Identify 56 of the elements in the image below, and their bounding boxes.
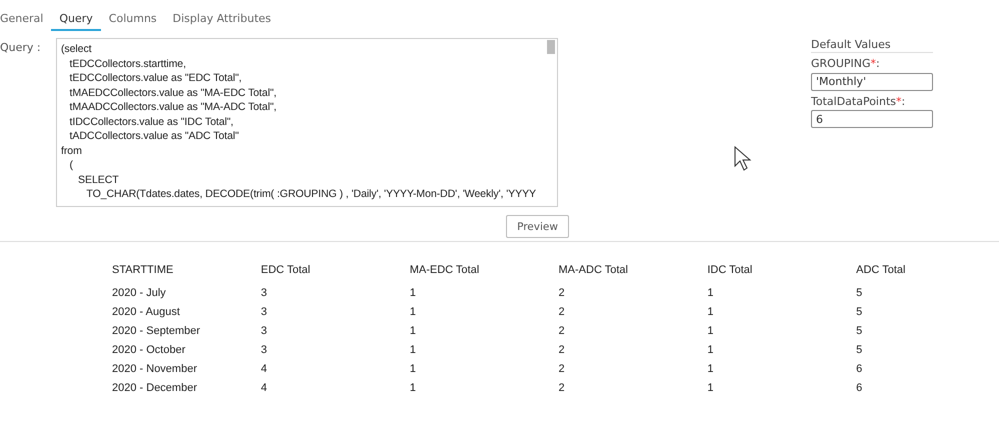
table-cell-text: 3 (260, 305, 268, 320)
table-cell-text: 5 (855, 286, 864, 301)
table-cell-text: 2020 - December (111, 381, 198, 396)
column-header: ADC Total (855, 264, 906, 278)
column-header: STARTTIME (111, 264, 174, 278)
table-cell-text: 2 (558, 324, 566, 339)
table-cell-text: 5 (855, 343, 864, 358)
query-label: Query : (0, 40, 42, 56)
query-textarea[interactable]: (select tEDCCollectors.starttime, tEDCCollectors.value as "EDC Total", tMAEDCCollectors.value as "MA-EDC Total", tMAADCCollectors.value as "MA-ADC Total", tIDCCollectors.value as "IDC Total", tADCCollectors.value as "ADC Total" from ( SELECT TO_CHAR(Tdates.dates, DECODE(trim( :GROUPING ) , 'Daily', 'YYYY-Mon-DD', 'Weekly', 'YYYY (56, 38, 558, 208)
mouse-pointer-icon (734, 146, 752, 172)
column-header: EDC Total (260, 264, 312, 278)
table-cell-text: 5 (855, 305, 864, 320)
tab[interactable]: General (0, 0, 52, 31)
table-cell-text: 6 (855, 362, 864, 377)
table-cell-text: 2020 - July (111, 286, 167, 301)
scrollbar-thumb[interactable] (547, 40, 555, 54)
table-cell-text: 2 (558, 286, 566, 301)
table-cell-text: 2020 - August (111, 305, 181, 320)
table-cell-text: 1 (706, 286, 714, 301)
column-header: IDC Total (706, 264, 754, 278)
table-cell-text: 1 (706, 381, 714, 396)
param-input[interactable]: 6 (811, 110, 933, 128)
tab[interactable]: Columns (100, 0, 165, 31)
table-cell-text: 2020 - October (111, 343, 186, 358)
table-cell-text: 1 (706, 362, 714, 377)
table-cell-text: 1 (706, 305, 714, 320)
tab[interactable]: Query (51, 0, 101, 31)
table-cell-text: 1 (408, 343, 417, 358)
table-cell-text: 5 (855, 324, 864, 339)
table-cell-text: 2020 - September (111, 324, 202, 339)
table-cell-text: 3 (260, 343, 268, 358)
table-cell-text: 1 (408, 324, 417, 339)
table-cell-text: 1 (408, 362, 417, 377)
table-cell-text: 2 (558, 362, 566, 377)
table-cell-text: 1 (408, 286, 417, 301)
table-cell-text: 2 (558, 343, 566, 358)
table-cell-text: 1 (706, 324, 714, 339)
table-cell-text: 4 (260, 381, 268, 396)
table-cell-text: 4 (260, 362, 268, 377)
preview-button[interactable]: Preview (506, 215, 569, 238)
column-header: MA-EDC Total (408, 264, 480, 278)
table-cell-text: 1 (706, 343, 714, 358)
table-cell-text: 2020 - November (111, 362, 198, 377)
table-cell-text: 6 (855, 381, 864, 396)
column-header: MA-ADC Total (558, 264, 629, 278)
table-cell-text: 3 (260, 324, 268, 339)
table-cell-text: 2 (558, 381, 566, 396)
table-cell-text: 1 (408, 381, 417, 396)
table-cell-text: 1 (408, 305, 417, 320)
table-cell-text: 2 (558, 305, 566, 320)
default-values-title: Default Values (811, 38, 933, 53)
param-input[interactable]: 'Monthly' (811, 72, 933, 90)
param-label: GROUPING*: (811, 57, 881, 70)
tab[interactable]: Display Attributes (164, 0, 280, 31)
param-label: TotalDataPoints*: (811, 94, 906, 108)
table-cell-text: 3 (260, 286, 268, 301)
